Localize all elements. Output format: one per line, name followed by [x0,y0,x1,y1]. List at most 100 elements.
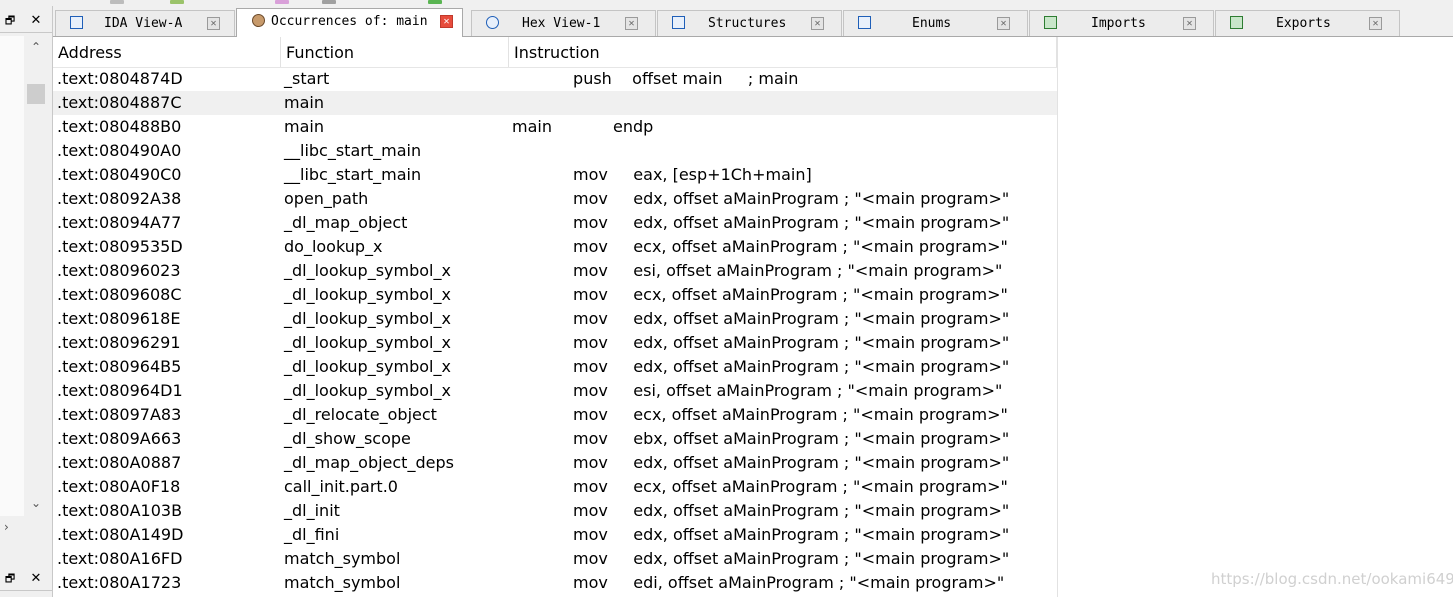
instruction-cell: mov edx, offset aMainProgram ; "<main pr… [512,357,1010,376]
table-row[interactable]: .text:080490A0 __libc_start_main [53,139,1057,163]
restore-window-icon[interactable]: 🗗 [2,13,18,29]
address-cell: .text:080A16FD [57,549,183,568]
close-tab-icon[interactable]: ✕ [625,17,638,30]
horizontal-scrollbar[interactable]: › [0,518,52,536]
table-row[interactable]: .text:080A0F18 call_init.part.0 mov ecx, … [53,475,1057,499]
table-row[interactable]: .text:08097A83 _dl_relocate_object mov ec… [53,403,1057,427]
table-row[interactable]: .text:08096023 _dl_lookup_symbol_x mov es… [53,259,1057,283]
close-panel-icon[interactable]: ✕ [28,571,44,587]
close-tab-icon[interactable]: ✕ [997,17,1010,30]
table-row[interactable]: .text:080490C0 __libc_start_main mov eax,… [53,163,1057,187]
table-row[interactable]: .text:08094A77 _dl_map_object mov edx, of… [53,211,1057,235]
toolbar-icon-fragment [322,0,336,4]
vertical-scrollbar[interactable]: ⌃ ⌄ [25,36,47,516]
function-cell: match_symbol [284,549,401,568]
close-tab-icon[interactable]: ✕ [1369,17,1382,30]
table-row[interactable]: .text:0809A663 _dl_show_scope mov ebx, of… [53,427,1057,451]
function-cell: _dl_map_object [284,213,408,232]
left-panel-footer-header: 🗗 ✕ [0,568,52,591]
scroll-right-icon[interactable]: › [4,518,9,536]
instruction-cell: mov ebx, offset aMainProgram ; "<main pr… [512,429,1010,448]
instruction-cell: mov esi, offset aMainProgram ; "<main pr… [512,261,1003,280]
column-header-address[interactable]: Address [53,37,281,67]
close-tab-icon[interactable]: ✕ [811,17,824,30]
close-tab-icon[interactable]: ✕ [1183,17,1196,30]
tab-label: Enums [912,16,952,31]
tab-label: Occurrences of: main [271,14,428,29]
occurrences-icon [252,14,265,27]
table-row[interactable]: .text:080A1723 match_symbol mov edi, offs… [53,571,1057,595]
function-cell: _dl_map_object_deps [284,453,454,472]
exports-icon [1230,16,1243,29]
table-row[interactable]: .text:080964D1 _dl_lookup_symbol_x mov es… [53,379,1057,403]
list-header: Address Function Instruction [53,37,1057,68]
tab-bar: IDA View-A ✕ Occurrences of: main ✕ Hex … [53,6,1453,37]
function-cell: __libc_start_main [284,141,422,160]
left-docked-panel: 🗗 ✕ ⌃ ⌄ › 🗗 ✕ [0,6,53,597]
table-row[interactable]: .text:0804887C main [53,91,1057,115]
column-header-function[interactable]: Function [281,37,509,67]
table-row[interactable]: .text:08092A38 open_path mov edx, offset … [53,187,1057,211]
imports-icon [1044,16,1057,29]
function-cell: __libc_start_main [284,165,422,184]
address-cell: .text:0804874D [57,69,183,88]
address-cell: .text:08097A83 [57,405,182,424]
table-row[interactable]: .text:0809618E _dl_lookup_symbol_x mov ed… [53,307,1057,331]
tab-hex-view-1[interactable]: Hex View-1 ✕ [471,10,656,36]
table-row[interactable]: .text:080488B0 main main endp [53,115,1057,139]
instruction-cell: mov edx, offset aMainProgram ; "<main pr… [512,549,1010,568]
tab-imports[interactable]: Imports ✕ [1029,10,1214,36]
left-panel-header: 🗗 ✕ [0,10,52,33]
address-cell: .text:080A0F18 [57,477,181,496]
close-tab-icon[interactable]: ✕ [207,17,220,30]
scroll-up-icon[interactable]: ⌃ [25,38,47,56]
instruction-cell: mov edx, offset aMainProgram ; "<main pr… [512,333,1010,352]
table-row[interactable]: .text:080A149D _dl_fini mov edx, offset a… [53,523,1057,547]
tab-label: Imports [1091,16,1146,31]
column-header-instruction[interactable]: Instruction [509,37,1057,67]
watermark-text: https://blog.csdn.net/ookami6497 [1211,570,1453,588]
address-cell: .text:080488B0 [57,117,182,136]
tab-occurrences-of-main[interactable]: Occurrences of: main ✕ [236,8,463,37]
scrollbar-thumb[interactable] [27,84,45,104]
address-cell: .text:08096291 [57,333,181,352]
function-cell: _dl_lookup_symbol_x [284,309,451,328]
table-row[interactable]: .text:08096291 _dl_lookup_symbol_x mov ed… [53,331,1057,355]
table-row[interactable]: .text:0804874D _start push offset main ; … [53,67,1057,91]
table-row[interactable]: .text:080964B5 _dl_lookup_symbol_x mov ed… [53,355,1057,379]
scroll-down-icon[interactable]: ⌄ [25,494,47,512]
close-panel-icon[interactable]: ✕ [28,13,44,29]
restore-window-icon[interactable]: 🗗 [2,571,18,587]
toolbar-icon-fragment [428,0,442,4]
tab-enums[interactable]: Enums ✕ [843,10,1028,36]
tab-exports[interactable]: Exports ✕ [1215,10,1400,36]
table-row[interactable]: .text:080A0887 _dl_map_object_deps mov ed… [53,451,1057,475]
address-cell: .text:080A1723 [57,573,182,592]
table-row[interactable]: .text:0809535D do_lookup_x mov ecx, offse… [53,235,1057,259]
address-cell: .text:080A0887 [57,453,182,472]
table-row[interactable]: .text:080A16FD match_symbol mov edx, offs… [53,547,1057,571]
tab-label: IDA View-A [104,16,183,31]
address-cell: .text:0809535D [57,237,183,256]
function-cell: _dl_show_scope [284,429,411,448]
tab-structures[interactable]: Structures ✕ [657,10,842,36]
toolbar-icon-fragment [170,0,184,4]
address-cell: .text:08092A38 [57,189,182,208]
list-body: .text:0804874D _start push offset main ; … [53,67,1057,595]
tab-ida-view-a[interactable]: IDA View-A ✕ [55,10,235,36]
table-row[interactable]: .text:0809608C _dl_lookup_symbol_x mov ec… [53,283,1057,307]
hex-view-icon [486,16,499,29]
function-cell: _dl_init [284,501,340,520]
table-row[interactable]: .text:080A103B _dl_init mov edx, offset a… [53,499,1057,523]
close-tab-icon[interactable]: ✕ [440,15,453,28]
tab-label: Exports [1276,16,1331,31]
address-cell: .text:0809618E [57,309,181,328]
instruction-cell: mov edx, offset aMainProgram ; "<main pr… [512,525,1010,544]
address-cell: .text:080490C0 [57,165,182,184]
address-cell: .text:080964B5 [57,357,182,376]
function-cell: _dl_fini [284,525,340,544]
enums-icon [858,16,871,29]
function-cell: _dl_lookup_symbol_x [284,261,451,280]
function-cell: main [284,93,324,112]
instruction-cell: mov esi, offset aMainProgram ; "<main pr… [512,381,1003,400]
